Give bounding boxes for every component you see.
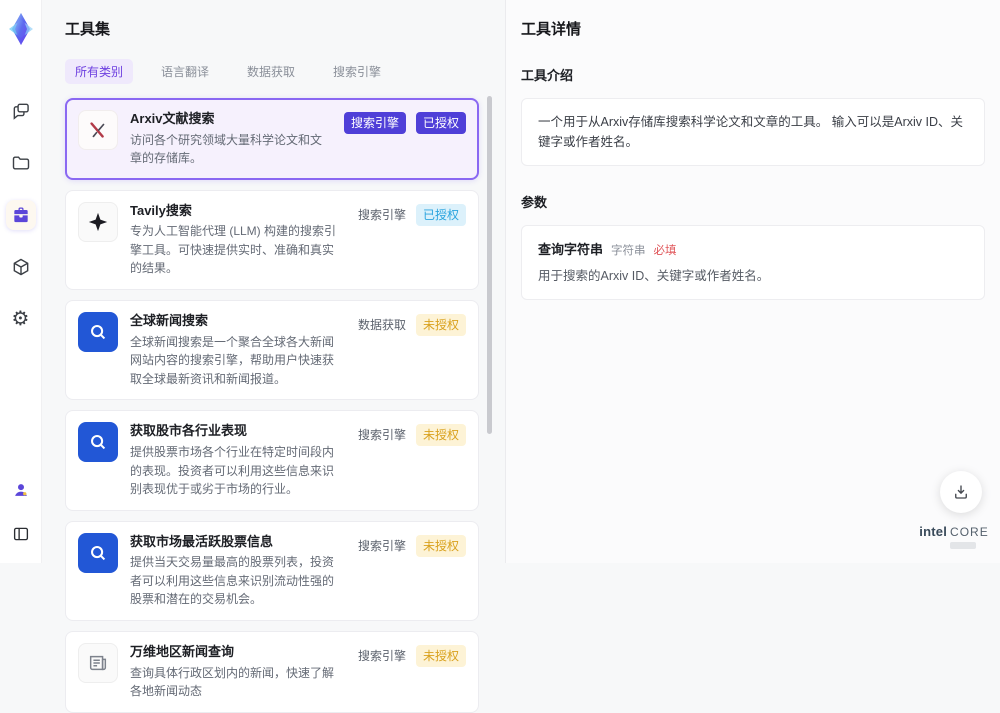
- tool-card-list: Arxiv文献搜索 访问各个研究领域大量科学论文和文章的存储库。 搜索引擎 已授…: [65, 98, 479, 713]
- tab-data-fetch[interactable]: 数据获取: [237, 59, 305, 84]
- auth-status-badge: 未授权: [416, 314, 466, 336]
- param-type: 字符串: [611, 242, 646, 258]
- tool-title: Tavily搜索: [130, 202, 346, 220]
- params-heading: 参数: [521, 192, 985, 211]
- newspaper-icon: [78, 643, 118, 683]
- param-description: 用于搜索的Arxiv ID、关键字或作者姓名。: [538, 267, 968, 286]
- brand-core-label: CORE: [950, 525, 989, 539]
- tool-description: 查询具体行政区划内的新闻，快速了解各地新闻动态: [130, 664, 346, 701]
- app-rail: ⚙: [0, 0, 42, 563]
- tool-description: 访问各个研究领域大量科学论文和文章的存储库。: [130, 131, 332, 168]
- arxiv-logo-icon: [78, 110, 118, 150]
- auth-status-badge: 未授权: [416, 645, 466, 667]
- category-label: 搜索引擎: [358, 645, 406, 667]
- auth-status-badge: 未授权: [416, 424, 466, 446]
- collapse-sidebar-button[interactable]: [6, 519, 36, 549]
- tool-card-global-news[interactable]: 全球新闻搜索 全球新闻搜索是一个聚合全球各大新闻网站内容的搜索引擎，帮助用户快速…: [65, 300, 479, 400]
- sidebar-item-files[interactable]: [6, 148, 36, 178]
- user-avatar-icon: [11, 480, 31, 500]
- category-label: 搜索引擎: [358, 535, 406, 557]
- tool-title: 万维地区新闻查询: [130, 643, 346, 661]
- tavily-star-icon: [78, 202, 118, 242]
- intro-heading: 工具介绍: [521, 65, 985, 84]
- tool-title: Arxiv文献搜索: [130, 110, 332, 128]
- param-card: 查询字符串 字符串 必填 用于搜索的Arxiv ID、关键字或作者姓名。: [521, 225, 985, 300]
- param-name: 查询字符串: [538, 239, 603, 258]
- folder-icon: [11, 153, 31, 173]
- active-stocks-search-icon: [78, 533, 118, 573]
- news-search-icon: [78, 312, 118, 352]
- sidebar-item-toolset[interactable]: [6, 200, 36, 230]
- sidebar-item-chat[interactable]: [6, 96, 36, 126]
- tool-detail-panel: 工具详情 工具介绍 一个用于从Arxiv存储库搜索科学论文和文章的工具。 输入可…: [505, 0, 1000, 563]
- param-required-flag: 必填: [654, 242, 677, 258]
- chat-icon: [11, 101, 31, 121]
- tool-title: 全球新闻搜索: [130, 312, 346, 330]
- tool-description: 全球新闻搜索是一个聚合全球各大新闻网站内容的搜索引擎，帮助用户快速获取全球最新资…: [130, 333, 346, 389]
- category-badge: 搜索引擎: [344, 112, 406, 134]
- brand-intel-label: intel: [919, 524, 947, 539]
- detail-title: 工具详情: [521, 18, 985, 39]
- sidebar-item-settings[interactable]: ⚙: [6, 304, 36, 334]
- tool-description: 提供股票市场各个行业在特定时间段内的表现。投资者可以利用这些信息来识别表现优于或…: [130, 443, 346, 499]
- cube-icon: [11, 257, 31, 277]
- sidebar-item-models[interactable]: [6, 252, 36, 282]
- intel-core-badge: intel CORE: [922, 524, 986, 549]
- toolbox-icon: [11, 205, 31, 225]
- category-label: 搜索引擎: [358, 204, 406, 226]
- auth-status-badge: 已授权: [416, 112, 466, 134]
- download-button[interactable]: [940, 471, 982, 513]
- auth-status-badge: 已授权: [416, 204, 466, 226]
- category-label: 搜索引擎: [358, 424, 406, 446]
- stock-sector-search-icon: [78, 422, 118, 462]
- tool-card-active-stocks[interactable]: 获取市场最活跃股票信息 提供当天交易量最高的股票列表，投资者可以利用这些信息来识…: [65, 521, 479, 621]
- tool-card-tavily[interactable]: Tavily搜索 专为人工智能代理 (LLM) 构建的搜索引擎工具。可快速提供实…: [65, 190, 479, 290]
- tool-intro-text: 一个用于从Arxiv存储库搜索科学论文和文章的工具。 输入可以是Arxiv ID…: [521, 98, 985, 166]
- tool-card-regional-news[interactable]: 万维地区新闻查询 查询具体行政区划内的新闻，快速了解各地新闻动态 搜索引擎 未授…: [65, 631, 479, 713]
- category-label: 数据获取: [358, 314, 406, 336]
- brand-sub-badge: [950, 542, 976, 549]
- category-tabs: 所有类别 语言翻译 数据获取 搜索引擎: [65, 59, 505, 84]
- tab-search-engine[interactable]: 搜索引擎: [323, 59, 391, 84]
- tool-description: 专为人工智能代理 (LLM) 构建的搜索引擎工具。可快速提供实时、准确和真实的结…: [130, 222, 346, 278]
- auth-status-badge: 未授权: [416, 535, 466, 557]
- tool-title: 获取市场最活跃股票信息: [130, 533, 346, 551]
- tool-description: 提供当天交易量最高的股票列表，投资者可以利用这些信息来识别流动性强的股票和潜在的…: [130, 553, 346, 609]
- page-title: 工具集: [65, 18, 505, 39]
- tab-translation[interactable]: 语言翻译: [151, 59, 219, 84]
- tool-card-stock-sectors[interactable]: 获取股市各行业表现 提供股票市场各个行业在特定时间段内的表现。投资者可以利用这些…: [65, 410, 479, 510]
- tool-card-arxiv[interactable]: Arxiv文献搜索 访问各个研究领域大量科学论文和文章的存储库。 搜索引擎 已授…: [65, 98, 479, 180]
- tool-list-panel: 工具集 所有类别 语言翻译 数据获取 搜索引擎 Arxiv文献搜索 访问各个研究…: [42, 0, 505, 563]
- panel-toggle-icon: [12, 525, 30, 543]
- tab-all-categories[interactable]: 所有类别: [65, 59, 133, 84]
- app-logo-diamond-icon: [6, 12, 36, 46]
- list-scrollbar[interactable]: [487, 96, 492, 434]
- gear-icon: ⚙: [12, 309, 30, 329]
- download-icon: [952, 483, 970, 501]
- user-avatar[interactable]: [6, 475, 36, 505]
- tool-title: 获取股市各行业表现: [130, 422, 346, 440]
